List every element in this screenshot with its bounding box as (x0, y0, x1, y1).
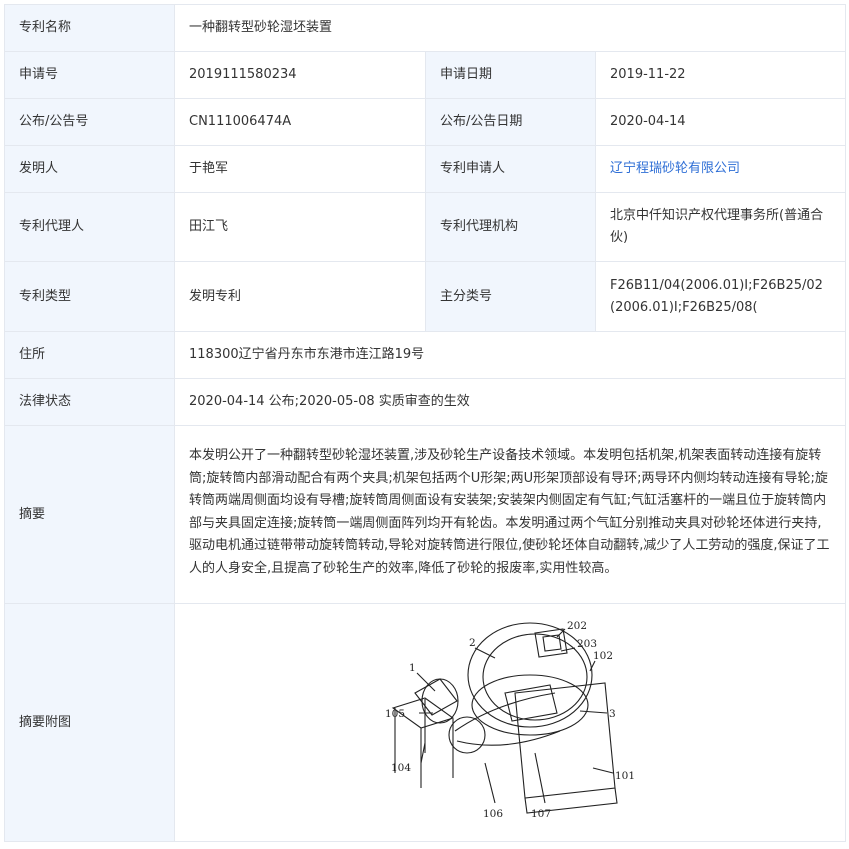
motor-box-shape (534, 627, 568, 658)
callout-106: 106 (483, 808, 503, 820)
row-agent: 专利代理人 田江飞 专利代理机构 北京中仟知识产权代理事务所(普通合伙) (4, 192, 847, 262)
label-address: 住所 (4, 331, 175, 379)
abstract-figure-drawing: 1 2 202 203 102 3 105 104 101 106 107 (385, 620, 635, 820)
label-publication-number: 公布/公告号 (4, 98, 175, 146)
label-inventor: 发明人 (4, 145, 175, 193)
label-abstract-figure: 摘要附图 (4, 603, 175, 842)
value-address: 118300辽宁省丹东市东港市连江路19号 (173, 331, 847, 379)
callout-107: 107 (531, 808, 551, 820)
value-application-number: 2019111580234 (174, 51, 426, 99)
row-publication: 公布/公告号 CN111006474A 公布/公告日期 2020-04-14 (4, 98, 847, 146)
motor-body (414, 677, 458, 716)
label-application-date: 申请日期 (425, 51, 596, 99)
value-inventor: 于艳军 (174, 145, 426, 193)
value-main-class: F26B11/04(2006.01)I;F26B25/02(2006.01)I;… (594, 261, 847, 332)
callout-101: 101 (615, 770, 635, 782)
value-abstract: 本发明公开了一种翻转型砂轮湿坯装置,涉及砂轮生产设备技术领域。本发明包括机架,机… (173, 425, 847, 604)
label-agent: 专利代理人 (4, 192, 175, 262)
callout-104: 104 (391, 762, 411, 774)
label-application-number: 申请号 (4, 51, 175, 99)
row-legal-status: 法律状态 2020-04-14 公布;2020-05-08 实质审查的生效 (4, 378, 847, 426)
label-abstract: 摘要 (4, 425, 175, 604)
label-legal-status: 法律状态 (4, 378, 175, 426)
callout-102: 102 (593, 650, 613, 662)
large-disk-inner (482, 632, 588, 721)
drum-shape (471, 673, 589, 736)
row-abstract: 摘要 本发明公开了一种翻转型砂轮湿坯装置,涉及砂轮生产设备技术领域。本发明包括机… (4, 425, 847, 604)
roller-shape (448, 715, 486, 754)
row-application: 申请号 2019111580234 申请日期 2019-11-22 (4, 51, 847, 99)
callout-105: 105 (385, 708, 405, 720)
label-main-class: 主分类号 (425, 261, 596, 332)
value-patent-name: 一种翻转型砂轮湿坯装置 (173, 4, 847, 52)
abstract-figure-cell: 1 2 202 203 102 3 105 104 101 106 107 (173, 603, 847, 842)
callout-203: 203 (577, 638, 597, 650)
callout-2: 2 (469, 637, 476, 649)
value-publication-number: CN111006474A (174, 98, 426, 146)
value-agency: 北京中仟知识产权代理事务所(普通合伙) (594, 192, 847, 262)
value-agent: 田江飞 (174, 192, 426, 262)
callout-1: 1 (409, 662, 416, 674)
value-publication-date: 2020-04-14 (594, 98, 847, 146)
applicant-link[interactable]: 辽宁程瑞砂轮有限公司 (610, 161, 740, 176)
abstract-text: 本发明公开了一种翻转型砂轮湿坯装置,涉及砂轮生产设备技术领域。本发明包括机架,机… (189, 448, 830, 576)
label-applicant: 专利申请人 (425, 145, 596, 193)
callout-3: 3 (609, 708, 616, 720)
label-publication-date: 公布/公告日期 (425, 98, 596, 146)
row-name: 专利名称 一种翻转型砂轮湿坯装置 (4, 4, 847, 52)
row-address: 住所 118300辽宁省丹东市东港市连江路19号 (4, 331, 847, 379)
row-inventor: 发明人 于艳军 专利申请人 辽宁程瑞砂轮有限公司 (4, 145, 847, 193)
label-patent-type: 专利类型 (4, 261, 175, 332)
value-patent-type: 发明专利 (174, 261, 426, 332)
patent-info-table: 专利名称 一种翻转型砂轮湿坯装置 申请号 2019111580234 申请日期 … (4, 4, 847, 842)
label-patent-name: 专利名称 (4, 4, 175, 52)
value-legal-status: 2020-04-14 公布;2020-05-08 实质审查的生效 (173, 378, 847, 426)
value-application-date: 2019-11-22 (594, 51, 847, 99)
row-type: 专利类型 发明专利 主分类号 F26B11/04(2006.01)I;F26B2… (4, 261, 847, 332)
label-agency: 专利代理机构 (425, 192, 596, 262)
row-abstract-figure: 摘要附图 1 2 202 203 102 3 105 104 101 106 1… (4, 603, 847, 842)
value-applicant: 辽宁程瑞砂轮有限公司 (594, 145, 847, 193)
motor-box-inner (542, 633, 562, 652)
callout-202: 202 (567, 620, 587, 632)
